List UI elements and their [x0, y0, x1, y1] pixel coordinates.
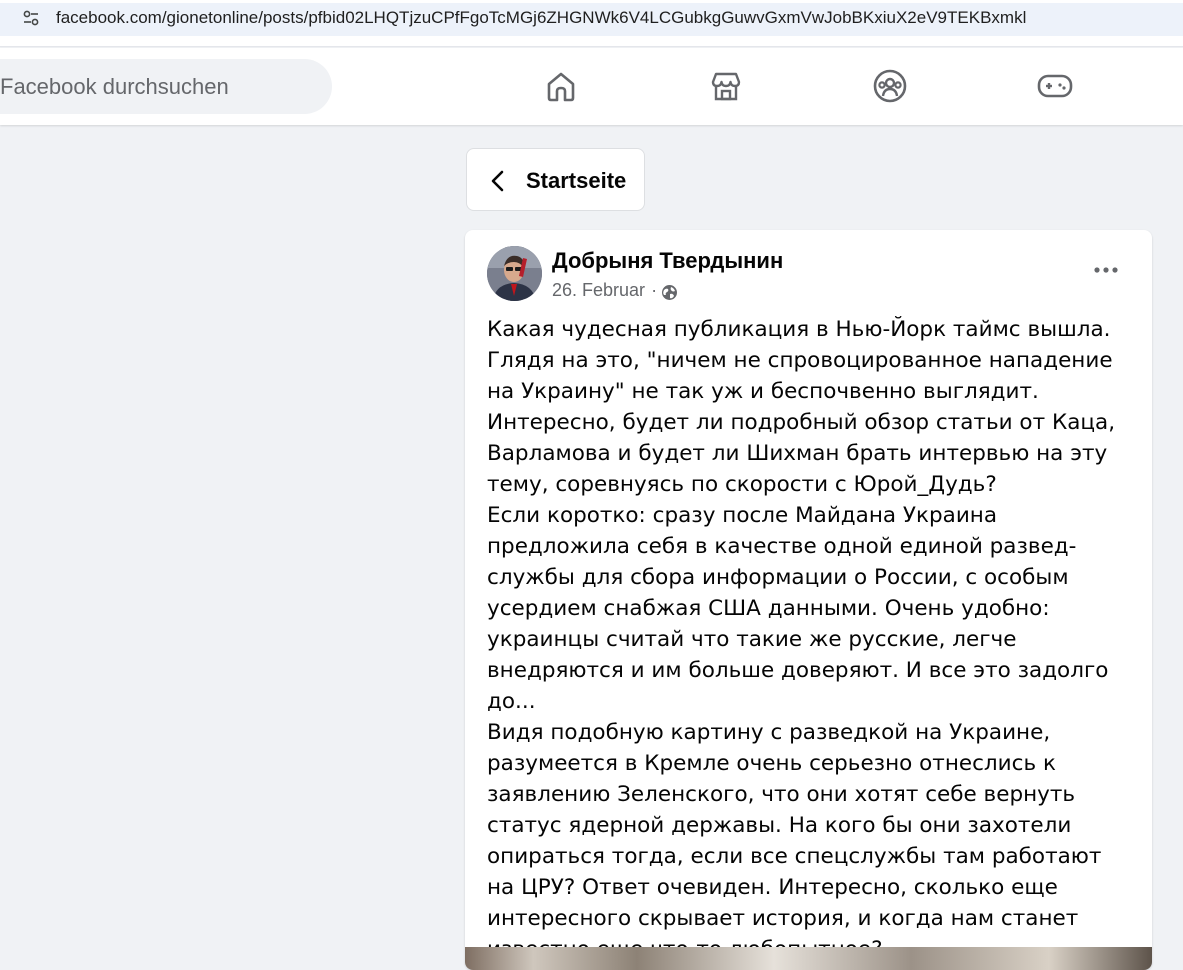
browser-address-bar: facebook.com/gionetonline/posts/pfbid02L… [0, 0, 1183, 47]
groups-icon[interactable] [870, 66, 910, 106]
tune-icon[interactable] [22, 9, 40, 27]
post-paragraph: Какая чудесная публикация в Нью-Йорк тай… [487, 317, 1116, 497]
more-options-icon[interactable] [1091, 260, 1121, 280]
back-label: Startseite [526, 168, 627, 193]
post-author[interactable]: Добрыня Твердынин [552, 248, 783, 274]
post-meta: 26. Februar · [552, 280, 678, 301]
globe-icon[interactable] [661, 284, 678, 301]
facebook-top-bar [0, 48, 1183, 125]
home-icon[interactable] [541, 66, 581, 106]
gaming-icon[interactable] [1035, 66, 1075, 106]
post-image[interactable] [465, 947, 1152, 970]
meta-separator: · [651, 280, 658, 300]
search-input[interactable] [0, 59, 300, 114]
post-body: Какая чудесная публикация в Нью-Йорк тай… [487, 314, 1127, 965]
back-to-home-button[interactable]: Startseite [466, 148, 645, 211]
avatar[interactable] [487, 246, 542, 301]
url-text[interactable]: facebook.com/gionetonline/posts/pfbid02L… [56, 8, 1026, 28]
search-box[interactable] [0, 59, 332, 114]
marketplace-icon[interactable] [706, 66, 746, 106]
post-paragraph: Видя подобную картину с разведкой на Укр… [487, 720, 1102, 962]
post-date[interactable]: 26. Februar [552, 280, 645, 301]
post-card: Добрыня Твердынин 26. Februar · Какая чу… [465, 230, 1152, 970]
post-paragraph: Если коротко: сразу после Майдана Украин… [487, 503, 1109, 714]
chevron-left-icon [489, 169, 507, 198]
